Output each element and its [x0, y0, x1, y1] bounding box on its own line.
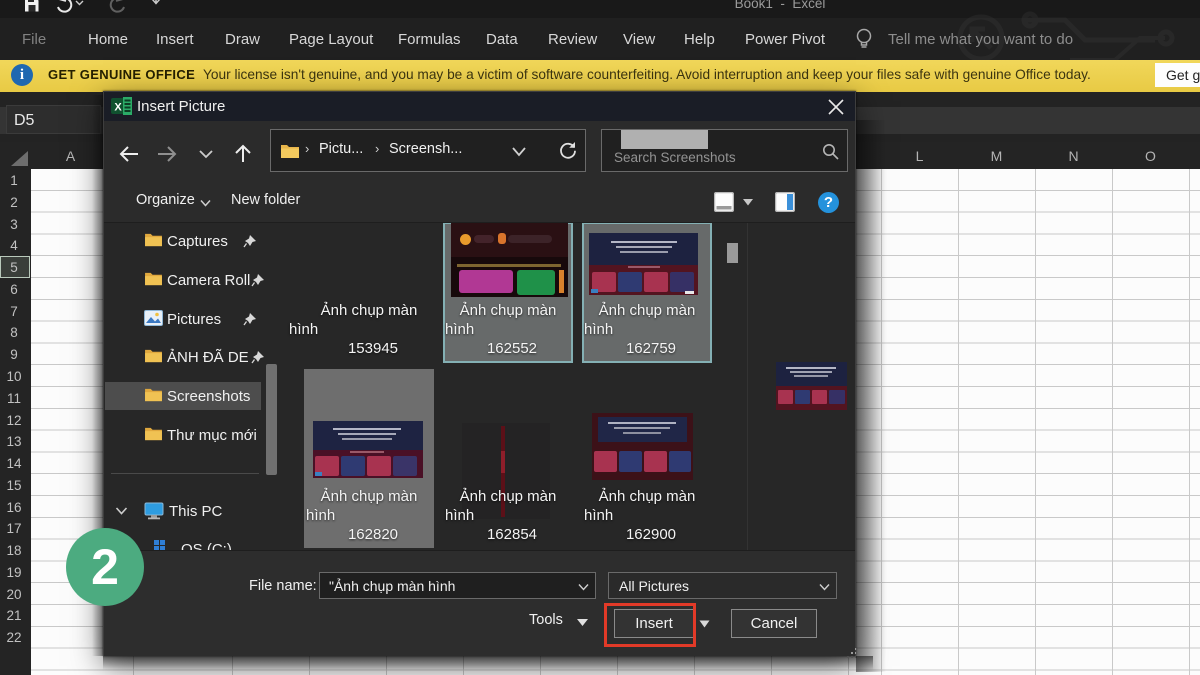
svg-text:X: X [114, 102, 122, 114]
